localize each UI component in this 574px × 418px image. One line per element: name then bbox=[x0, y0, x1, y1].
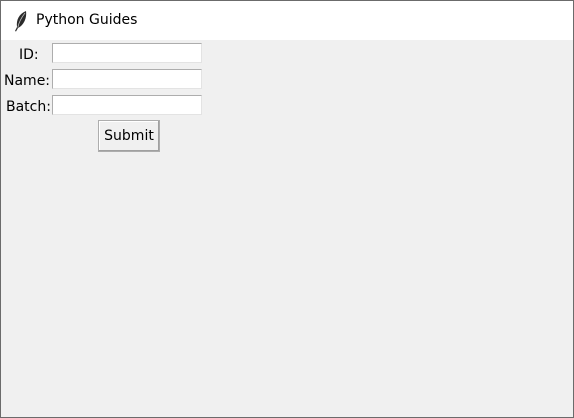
name-field[interactable] bbox=[52, 69, 202, 89]
submit-button[interactable]: Submit bbox=[98, 120, 160, 152]
title-bar[interactable]: Python Guides bbox=[1, 1, 573, 40]
window-title: Python Guides bbox=[36, 12, 138, 28]
form-area: ID: Name: Batch: Submit bbox=[1, 40, 573, 417]
id-field[interactable] bbox=[52, 43, 202, 63]
name-label: Name: bbox=[4, 73, 51, 89]
batch-field[interactable] bbox=[52, 95, 202, 115]
feather-icon bbox=[13, 10, 29, 32]
app-window: Python Guides ID: Name: Batch: Submit bbox=[0, 0, 574, 418]
batch-label: Batch: bbox=[6, 99, 51, 115]
id-label: ID: bbox=[19, 47, 39, 63]
